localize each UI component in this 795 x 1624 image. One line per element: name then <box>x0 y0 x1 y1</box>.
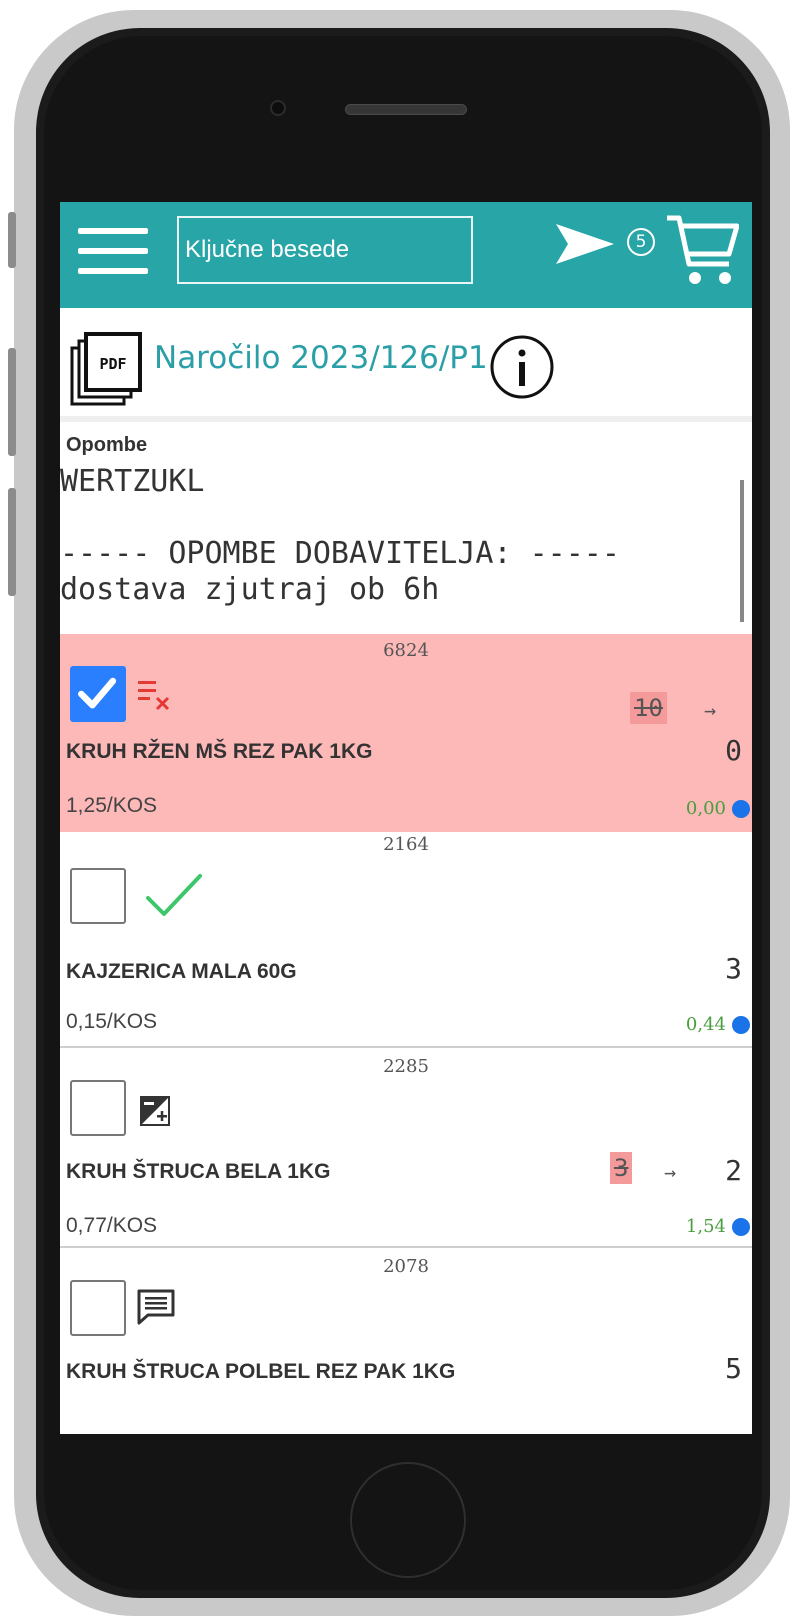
quantity-arrow: → <box>664 1160 677 1184</box>
original-quantity: 10 <box>630 692 667 724</box>
item-quantity[interactable]: 3 <box>725 952 742 985</box>
volume-down-button <box>8 488 16 596</box>
mute-switch <box>8 212 16 268</box>
original-quantity: 3 <box>610 1152 633 1184</box>
quantity-arrow: → <box>704 698 717 722</box>
item-unit-price: 1,25/KOS <box>66 794 158 817</box>
item-quantity[interactable]: 0 <box>725 734 742 767</box>
order-item-row[interactable]: 2164 KAJZERICA MALA 60G 3 0,15/KOS 0,44 <box>60 832 752 1046</box>
comment-icon[interactable] <box>136 1288 176 1326</box>
item-code: 2164 <box>383 834 429 855</box>
item-code: 6824 <box>383 640 429 661</box>
item-checkbox[interactable] <box>70 666 126 722</box>
item-code: 2078 <box>383 1256 429 1277</box>
item-quantity[interactable]: 2 <box>725 1154 742 1187</box>
item-total: 0,44 <box>685 1014 726 1035</box>
checkmark-icon <box>78 677 117 709</box>
item-name: KRUH RŽEN MŠ REZ PAK 1KG <box>66 740 373 763</box>
pdf-icon[interactable]: PDF <box>70 330 144 406</box>
order-item-row[interactable]: 2285 3 → KRUH ŠTRUCA BELA 1KG 2 0,77/KOS… <box>60 1046 752 1246</box>
status-dot <box>732 1218 750 1236</box>
send-icon[interactable] <box>554 222 616 266</box>
order-title[interactable]: Naročilo 2023/126/P1 <box>154 340 488 376</box>
notes-section: Opombe WERTZUKL ----- OPOMBE DOBAVITELJA… <box>60 422 752 642</box>
item-checkbox[interactable] <box>70 1080 126 1136</box>
notes-scrollbar[interactable] <box>740 480 744 622</box>
item-name: KRUH ŠTRUCA POLBEL REZ PAK 1KG <box>66 1360 456 1383</box>
notes-textarea[interactable]: WERTZUKL ----- OPOMBE DOBAVITELJA: -----… <box>60 464 736 639</box>
order-item-row[interactable]: 6824 10 → KRUH RŽEN MŠ REZ PAK 1KG 0 1,2… <box>60 634 752 832</box>
volume-up-button <box>8 348 16 456</box>
top-bar: 5 <box>60 202 752 308</box>
earpiece-speaker <box>345 104 467 115</box>
quantity-change-icon[interactable] <box>138 1094 172 1128</box>
status-dot <box>732 1016 750 1034</box>
notes-label: Opombe <box>66 434 148 456</box>
item-total: 1,54 <box>685 1216 726 1237</box>
item-total: 0,00 <box>685 798 726 819</box>
item-name: KAJZERICA MALA 60G <box>66 960 297 983</box>
item-checkbox[interactable] <box>70 1280 126 1336</box>
item-quantity[interactable]: 5 <box>725 1352 742 1385</box>
remove-note-icon[interactable] <box>136 678 174 712</box>
order-header: PDF Naročilo 2023/126/P1 <box>60 308 752 422</box>
cart-icon[interactable] <box>665 214 739 290</box>
info-icon[interactable] <box>489 334 555 400</box>
checkmark-icon[interactable] <box>144 870 204 920</box>
order-item-row[interactable]: 2078 KRUH ŠTRUCA POLBEL REZ PAK 1KG 5 <box>60 1246 752 1434</box>
item-unit-price: 0,15/KOS <box>66 1010 158 1033</box>
item-code: 2285 <box>383 1056 429 1077</box>
item-name: KRUH ŠTRUCA BELA 1KG <box>66 1160 331 1183</box>
pdf-icon-label: PDF <box>99 355 126 373</box>
send-count-badge: 5 <box>627 228 655 256</box>
app-screen: 5 PDF Naročilo 2023/126/P1 Opombe WERTZU… <box>60 202 752 1434</box>
front-camera <box>270 100 286 116</box>
item-unit-price: 0,77/KOS <box>66 1214 158 1237</box>
item-checkbox[interactable] <box>70 868 126 924</box>
search-input[interactable] <box>177 216 473 284</box>
hamburger-menu-icon[interactable] <box>78 228 148 276</box>
status-dot <box>732 800 750 818</box>
home-button <box>350 1462 466 1578</box>
